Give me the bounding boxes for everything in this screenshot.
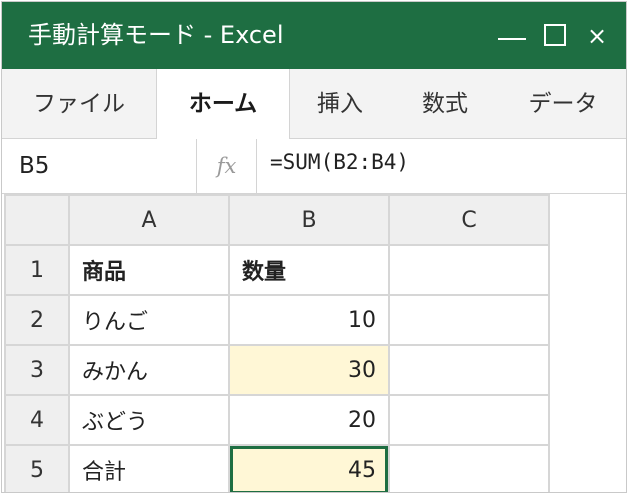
cell-b1[interactable]: 数量 bbox=[228, 244, 390, 296]
close-button[interactable]: × bbox=[582, 16, 612, 56]
cell-b3[interactable]: 30 bbox=[228, 344, 390, 396]
cell-c5[interactable] bbox=[388, 444, 550, 492]
cell-c2[interactable] bbox=[388, 294, 550, 346]
cell-b4[interactable]: 20 bbox=[228, 394, 390, 446]
cell-a4[interactable]: ぶどう bbox=[68, 394, 230, 446]
column-header-b[interactable]: B bbox=[228, 194, 390, 246]
spreadsheet-grid: A B C 1 商品 数量 2 りんご 10 3 みかん 30 4 ぶどう 20 bbox=[4, 194, 550, 492]
minimize-button[interactable] bbox=[496, 16, 530, 56]
cell-c1[interactable] bbox=[388, 244, 550, 296]
fx-icon[interactable]: fx bbox=[197, 139, 257, 193]
ribbon-tabs: ファイル ホーム 挿入 数式 データ bbox=[2, 69, 626, 139]
cell-a5[interactable]: 合計 bbox=[68, 444, 230, 492]
table-row: 4 ぶどう 20 bbox=[4, 394, 550, 446]
cell-c4[interactable] bbox=[388, 394, 550, 446]
cell-b5[interactable]: 45 bbox=[228, 444, 390, 492]
tab-data[interactable]: データ bbox=[498, 69, 626, 138]
row-header-3[interactable]: 3 bbox=[4, 344, 70, 396]
row-header-4[interactable]: 4 bbox=[4, 394, 70, 446]
tab-formulas[interactable]: 数式 bbox=[392, 69, 498, 138]
title-bar: 手動計算モード - Excel × bbox=[2, 2, 626, 69]
select-all-corner[interactable] bbox=[4, 194, 70, 246]
cell-a3[interactable]: みかん bbox=[68, 344, 230, 396]
column-header-a[interactable]: A bbox=[68, 194, 230, 246]
tab-file[interactable]: ファイル bbox=[2, 69, 156, 138]
maximize-icon bbox=[544, 24, 566, 46]
minimize-icon bbox=[498, 38, 526, 40]
cell-c3[interactable] bbox=[388, 344, 550, 396]
formula-input[interactable]: =SUM(B2:B4) bbox=[270, 139, 409, 193]
tab-home[interactable]: ホーム bbox=[156, 69, 290, 139]
window-title: 手動計算モード - Excel bbox=[28, 21, 284, 49]
row-header-2[interactable]: 2 bbox=[4, 294, 70, 346]
close-icon: × bbox=[586, 22, 608, 50]
maximize-button[interactable] bbox=[542, 16, 572, 56]
table-row: 1 商品 数量 bbox=[4, 244, 550, 296]
table-row: 2 りんご 10 bbox=[4, 294, 550, 346]
cell-a2[interactable]: りんご bbox=[68, 294, 230, 346]
row-header-5[interactable]: 5 bbox=[4, 444, 70, 492]
cell-b2[interactable]: 10 bbox=[228, 294, 390, 346]
row-header-1[interactable]: 1 bbox=[4, 244, 70, 296]
formula-bar: B5 fx =SUM(B2:B4) bbox=[2, 139, 626, 194]
table-row: 5 合計 45 bbox=[4, 444, 550, 492]
column-header-c[interactable]: C bbox=[388, 194, 550, 246]
cell-a1[interactable]: 商品 bbox=[68, 244, 230, 296]
excel-window: 手動計算モード - Excel × ファイル ホーム 挿入 数式 データ B5 … bbox=[1, 1, 627, 493]
name-box[interactable]: B5 bbox=[2, 139, 197, 193]
column-header-row: A B C bbox=[4, 194, 550, 246]
tab-insert[interactable]: 挿入 bbox=[288, 69, 392, 138]
table-row: 3 みかん 30 bbox=[4, 344, 550, 396]
